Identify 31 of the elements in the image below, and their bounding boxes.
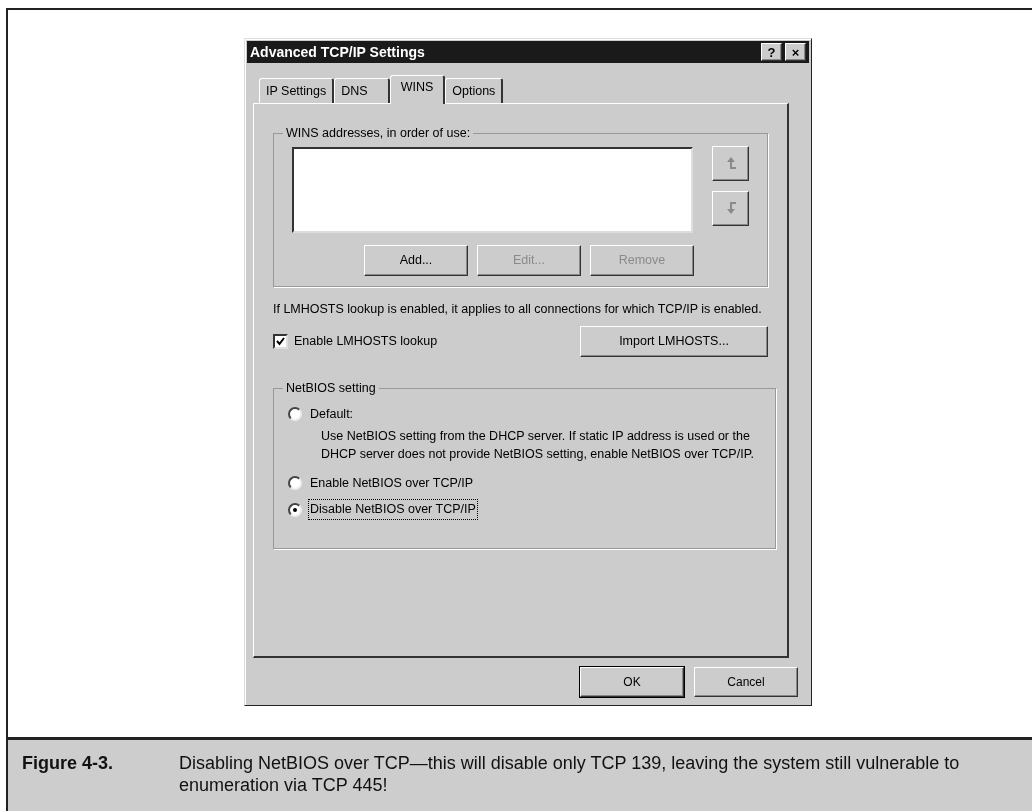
radio-label: Enable NetBIOS over TCP/IP <box>309 474 475 492</box>
address-list[interactable] <box>292 146 693 233</box>
radio-button[interactable] <box>288 502 302 517</box>
ok-button[interactable]: OK <box>580 667 684 697</box>
lmhosts-note: If LMHOSTS lookup is enabled, it applies to all connections for which TCP/IP is enabled. <box>273 301 763 318</box>
radio-option[interactable]: Default: <box>288 403 761 425</box>
radio-option[interactable]: Disable NetBIOS over TCP/IP <box>288 499 761 520</box>
window-title: Advanced TCP/IP Settings <box>250 42 426 62</box>
tab[interactable]: Options <box>445 78 504 103</box>
radio-label: Default: <box>309 405 355 423</box>
checkbox-label: Enable LMHOSTS lookup <box>294 333 438 351</box>
option-description: Use NetBIOS setting from the DHCP server. If static IP address is used or the DHCP server does not provide NetBIOS setting, enable NetBIOS over TCP/IP. <box>321 427 755 463</box>
add-button[interactable]: Add... <box>364 244 468 276</box>
radio-label: Disable NetBIOS over TCP/IP <box>308 499 478 520</box>
checkbox[interactable] <box>273 334 288 349</box>
tab[interactable]: IP Settings <box>259 78 335 103</box>
figure-caption: Disabling NetBIOS over TCP—this will disable only TCP 139, leaving the system still vulnerable to enumeration via TCP 445! <box>179 752 961 797</box>
import-button[interactable]: Import LMHOSTS... <box>580 326 768 357</box>
radio-button[interactable] <box>288 407 302 422</box>
help-button[interactable]: ? <box>761 43 782 61</box>
group-title: WINS addresses, in order of use: <box>285 125 472 142</box>
tab[interactable]: WINS <box>389 75 446 104</box>
close-button[interactable]: × <box>785 43 806 61</box>
cancel-button[interactable]: Cancel <box>694 667 798 697</box>
lmhosts-checkbox[interactable]: Enable LMHOSTS lookup <box>273 332 438 351</box>
radio-button[interactable] <box>288 475 302 490</box>
group-title: NetBIOS setting <box>285 380 377 397</box>
tab[interactable]: DNS <box>334 78 390 103</box>
figure-label: Figure 4-3. <box>22 752 115 775</box>
radio-option[interactable]: Enable NetBIOS over TCP/IP <box>288 472 761 494</box>
check-icon <box>276 337 285 346</box>
